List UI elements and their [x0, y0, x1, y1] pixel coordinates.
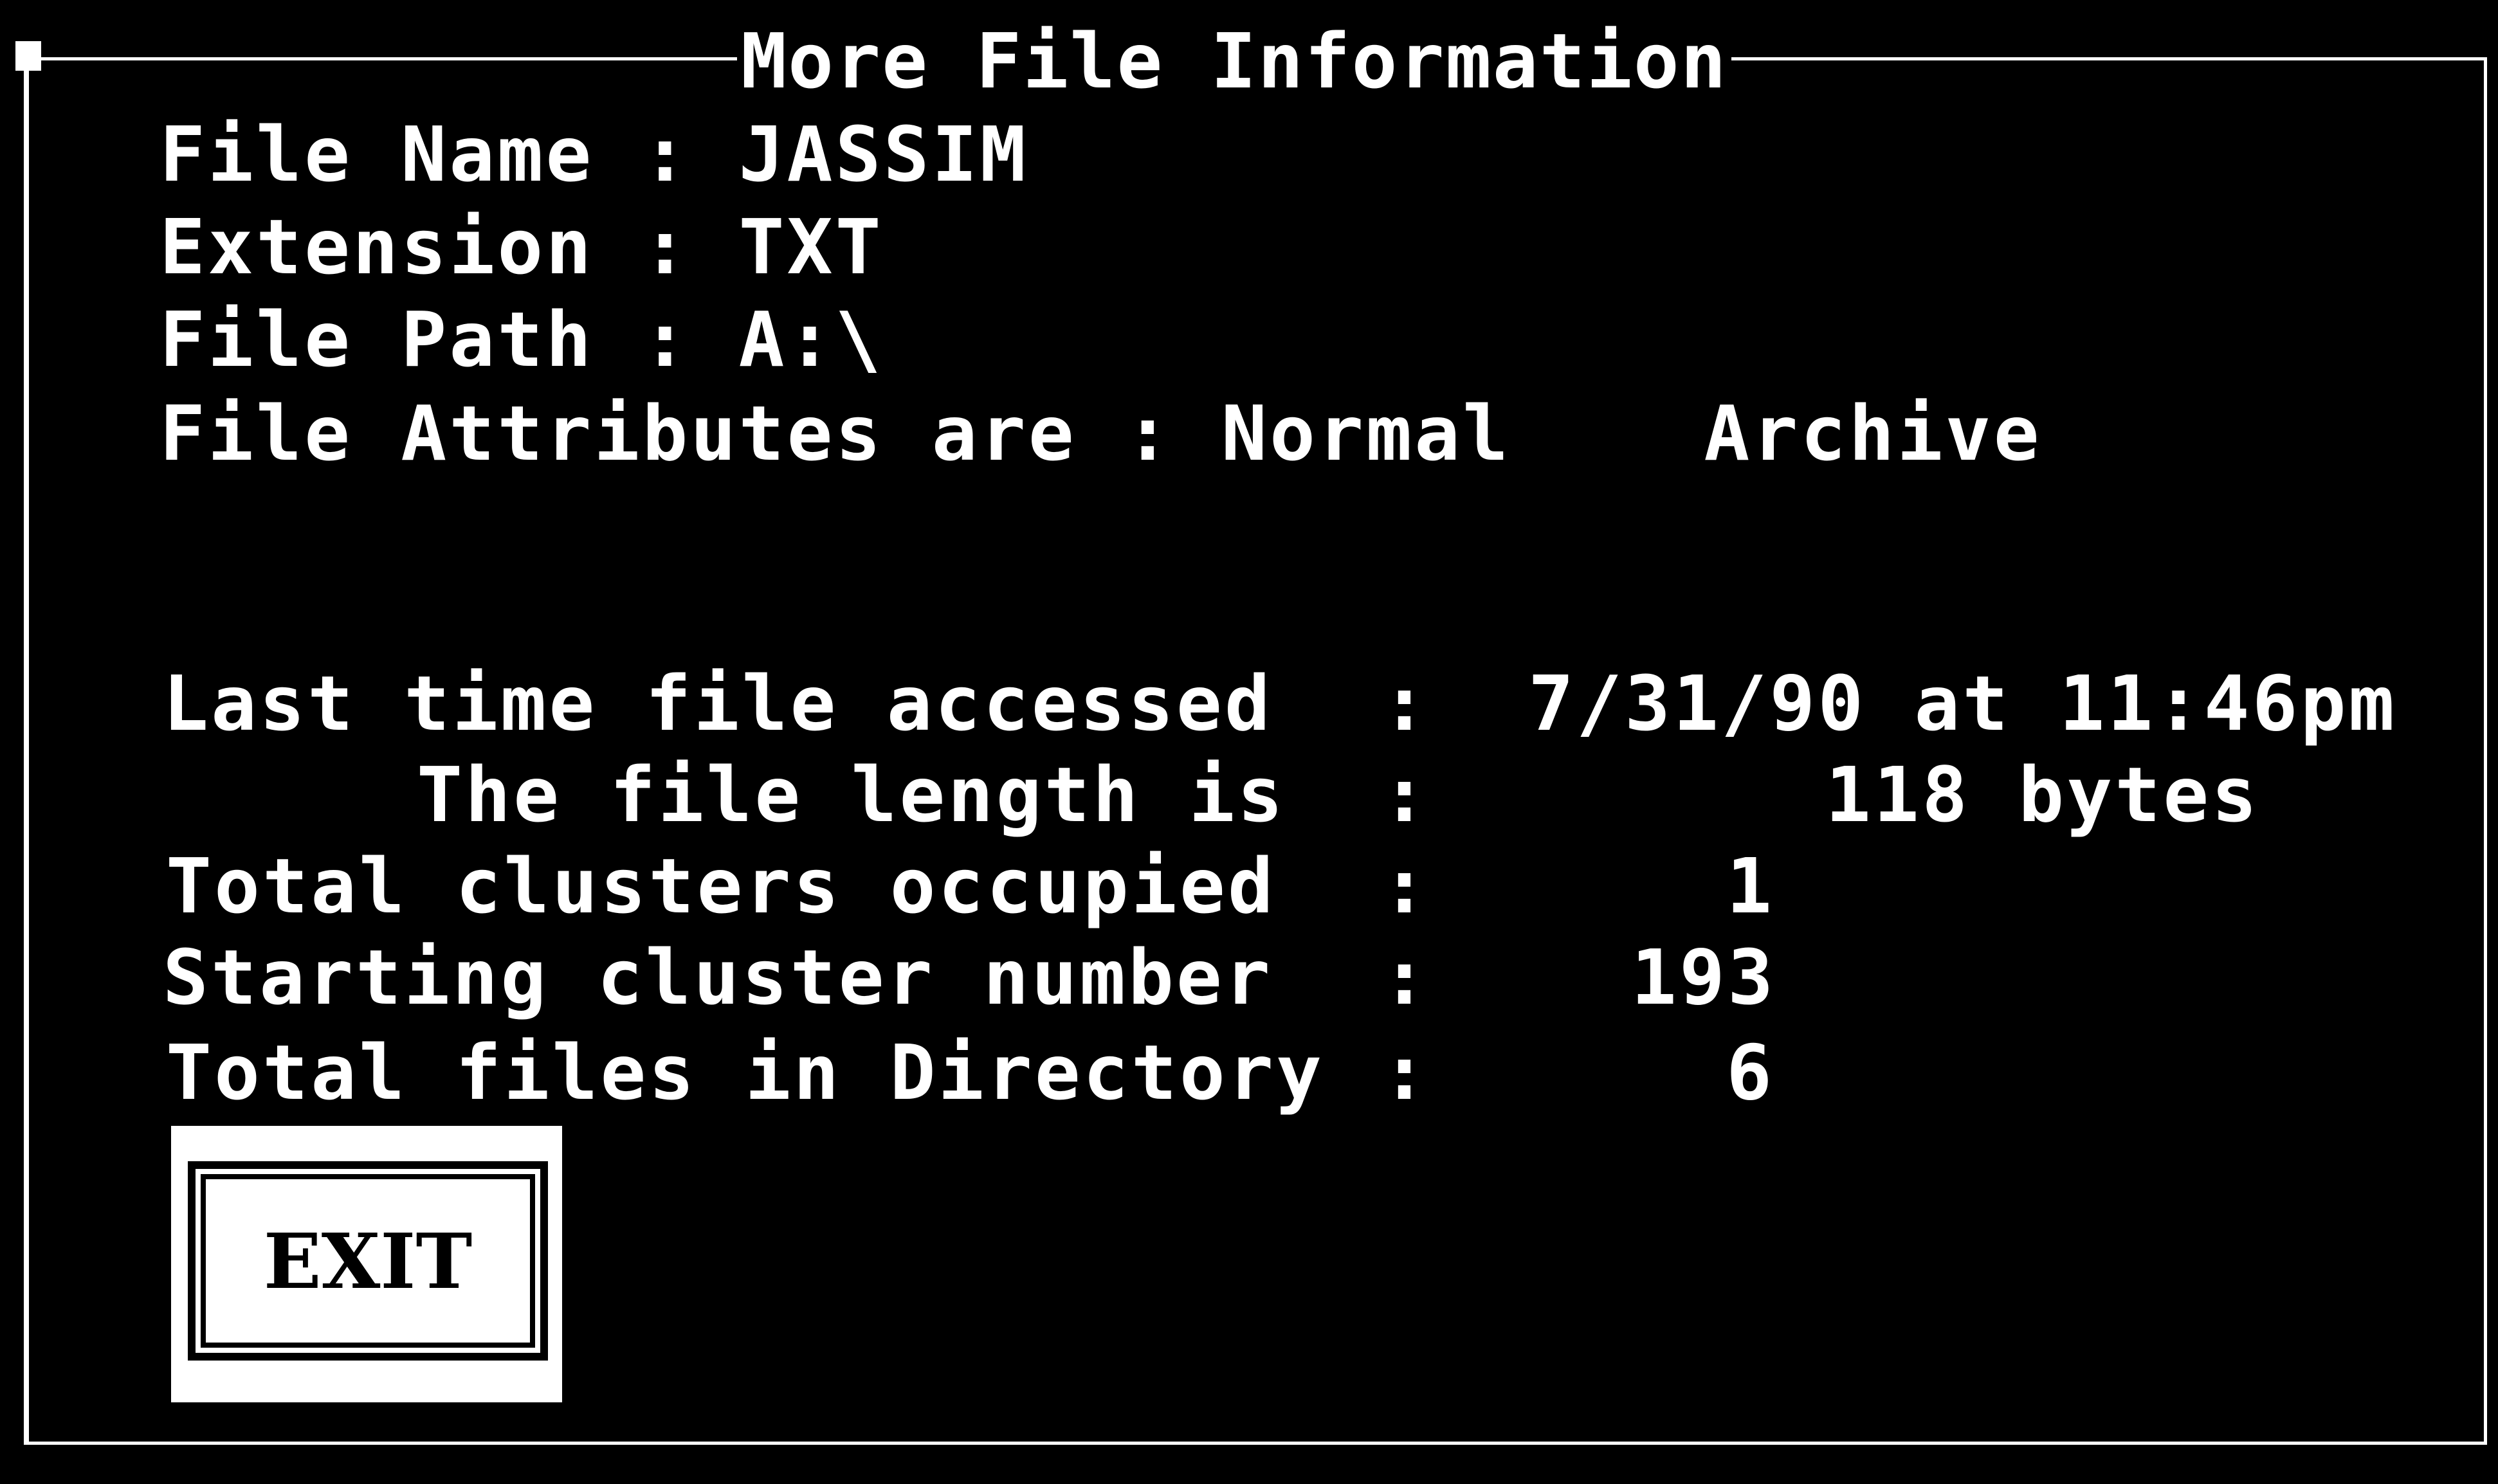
window-title: More File Information: [737, 13, 1731, 109]
system-menu-icon[interactable]: [15, 41, 41, 71]
clusters-occupied-value: 1: [1726, 842, 1775, 930]
file-length-label: The file length is: [417, 750, 1286, 839]
starting-cluster-label: Starting cluster number: [163, 933, 1273, 1022]
last-accessed-label: Last time file accessed: [163, 659, 1273, 748]
starting-cluster-value: 193: [1631, 933, 1776, 1022]
total-files-separator: :: [1381, 1028, 1430, 1117]
exit-button[interactable]: EXIT: [188, 1161, 548, 1361]
clusters-occupied-label: Total clusters occupied: [166, 842, 1276, 930]
extension-line: Extension : TXT: [160, 203, 884, 291]
file-length-value: 118 bytes: [1825, 750, 2260, 839]
file-length-separator: :: [1381, 750, 1430, 839]
file-name-line: File Name : JASSIM: [160, 110, 1028, 199]
file-path-line: File Path : A:\: [160, 295, 884, 384]
last-accessed-value: 7/31/90 at 11:46pm: [1528, 659, 2397, 748]
total-files-label: Total files in Directory: [166, 1028, 1325, 1117]
clusters-occupied-separator: :: [1381, 842, 1430, 930]
last-accessed-separator: :: [1381, 659, 1430, 748]
total-files-value: 6: [1726, 1028, 1775, 1117]
starting-cluster-separator: :: [1381, 933, 1430, 1022]
file-attributes-line: File Attributes are : Normal Archive: [160, 389, 2042, 478]
exit-button-label: EXIT: [263, 1216, 473, 1306]
